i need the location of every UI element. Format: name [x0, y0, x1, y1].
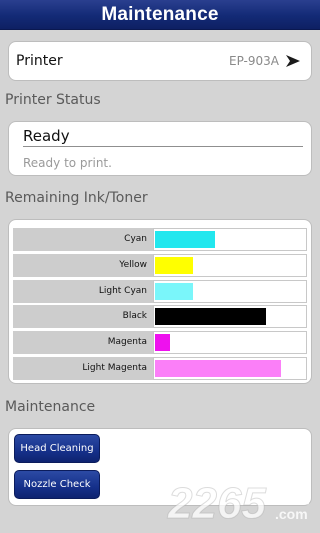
status-message: Ready to print.: [23, 156, 112, 170]
printer-status-heading: Printer Status: [5, 92, 101, 108]
printer-label: Printer: [16, 53, 63, 69]
watermark-logo: 2265 手游网 .com: [167, 479, 311, 529]
nozzle-check-button[interactable]: Nozzle Check: [14, 470, 100, 499]
head-cleaning-button[interactable]: Head Cleaning: [14, 434, 100, 463]
svg-text:手游网: 手游网: [274, 492, 310, 506]
ink-row-black: Black: [13, 305, 307, 328]
ink-row-yellow: Yellow: [13, 254, 307, 277]
ink-level-bar: [155, 231, 215, 248]
ink-bar-track: [153, 254, 307, 277]
ink-label: Black: [13, 305, 153, 328]
ink-label: Magenta: [13, 331, 153, 354]
ink-row-light-cyan: Light Cyan: [13, 280, 307, 303]
title-bar: Maintenance: [0, 0, 320, 30]
svg-text:2265: 2265: [167, 479, 266, 528]
ink-heading: Remaining Ink/Toner: [5, 190, 148, 206]
ink-level-bar: [155, 334, 170, 351]
ink-bar-track: [153, 305, 307, 328]
ink-level-bar: [155, 360, 281, 377]
ink-levels-panel: Cyan Yellow Light Cyan Black Magenta Lig…: [8, 219, 312, 384]
ink-level-bar: [155, 308, 266, 325]
printer-model-value: EP-903A: [229, 54, 279, 68]
ink-label: Cyan: [13, 228, 153, 251]
page-title: Maintenance: [101, 3, 219, 25]
ink-label: Light Cyan: [13, 280, 153, 303]
ink-level-bar: [155, 283, 193, 300]
ink-level-bar: [155, 257, 193, 274]
ink-label: Light Magenta: [13, 357, 153, 380]
svg-text:.com: .com: [275, 506, 308, 522]
printer-select-row[interactable]: Printer EP-903A: [8, 41, 312, 81]
maintenance-heading: Maintenance: [5, 399, 96, 415]
ink-bar-track: [153, 331, 307, 354]
ink-row-magenta: Magenta: [13, 331, 307, 354]
status-value: Ready: [23, 127, 303, 147]
ink-bar-track: [153, 280, 307, 303]
ink-row-light-magenta: Light Magenta: [13, 357, 307, 380]
send-arrow-icon: [286, 55, 300, 67]
printer-status-panel: Ready Ready to print.: [8, 121, 312, 176]
ink-label: Yellow: [13, 254, 153, 277]
ink-bar-track: [153, 357, 307, 380]
ink-bar-track: [153, 228, 307, 251]
ink-row-cyan: Cyan: [13, 228, 307, 251]
